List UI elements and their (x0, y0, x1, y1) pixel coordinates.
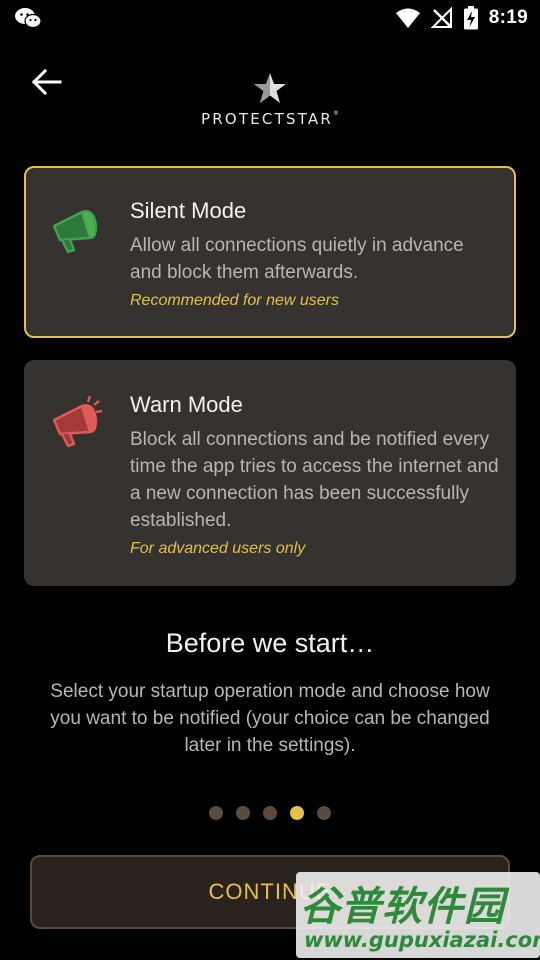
brand-name: PROTECTSTAR® (201, 110, 339, 128)
status-time: 8:19 (488, 7, 528, 28)
watermark: 谷普软件园 www.gupuxiazai.com (296, 872, 540, 958)
warn-mode-title: Warn Mode (130, 392, 243, 417)
warn-mode-note: For advanced users only (130, 540, 306, 557)
page-dot-2[interactable] (236, 806, 250, 820)
page-dot-4[interactable] (290, 806, 304, 820)
page-dot-3[interactable] (263, 806, 277, 820)
watermark-cn-text: 谷普软件园 (300, 884, 505, 930)
warn-mode-card[interactable]: Warn Mode Block all connections and be n… (24, 360, 516, 586)
watermark-url: www.gupuxiazai.com (304, 928, 540, 952)
megaphone-alert-icon (52, 395, 102, 448)
wechat-icon (15, 8, 42, 29)
silent-mode-title: Silent Mode (130, 198, 247, 223)
back-arrow-icon (31, 68, 62, 96)
back-button[interactable] (26, 62, 66, 102)
status-bar: 8:19 (0, 0, 540, 36)
page-dot-5[interactable] (317, 806, 331, 820)
wifi-icon (395, 8, 420, 28)
no-signal-icon (430, 7, 452, 28)
page-dot-1[interactable] (209, 806, 223, 820)
silent-mode-note: Recommended for new users (130, 292, 339, 309)
brand-logo: PROTECTSTAR® (170, 72, 370, 132)
intro-text: Select your startup operation mode and c… (50, 681, 490, 756)
page-indicator (0, 806, 540, 820)
star-logo-icon (254, 73, 286, 103)
warn-mode-description: Block all connections and be notified ev… (130, 429, 499, 531)
megaphone-icon (52, 210, 98, 254)
battery-charging-icon (463, 6, 478, 30)
intro-heading: Before we start… (165, 628, 375, 658)
silent-mode-description: Allow all connections quietly in advance… (130, 235, 464, 283)
silent-mode-card[interactable]: Silent Mode Allow all connections quietl… (24, 166, 516, 338)
